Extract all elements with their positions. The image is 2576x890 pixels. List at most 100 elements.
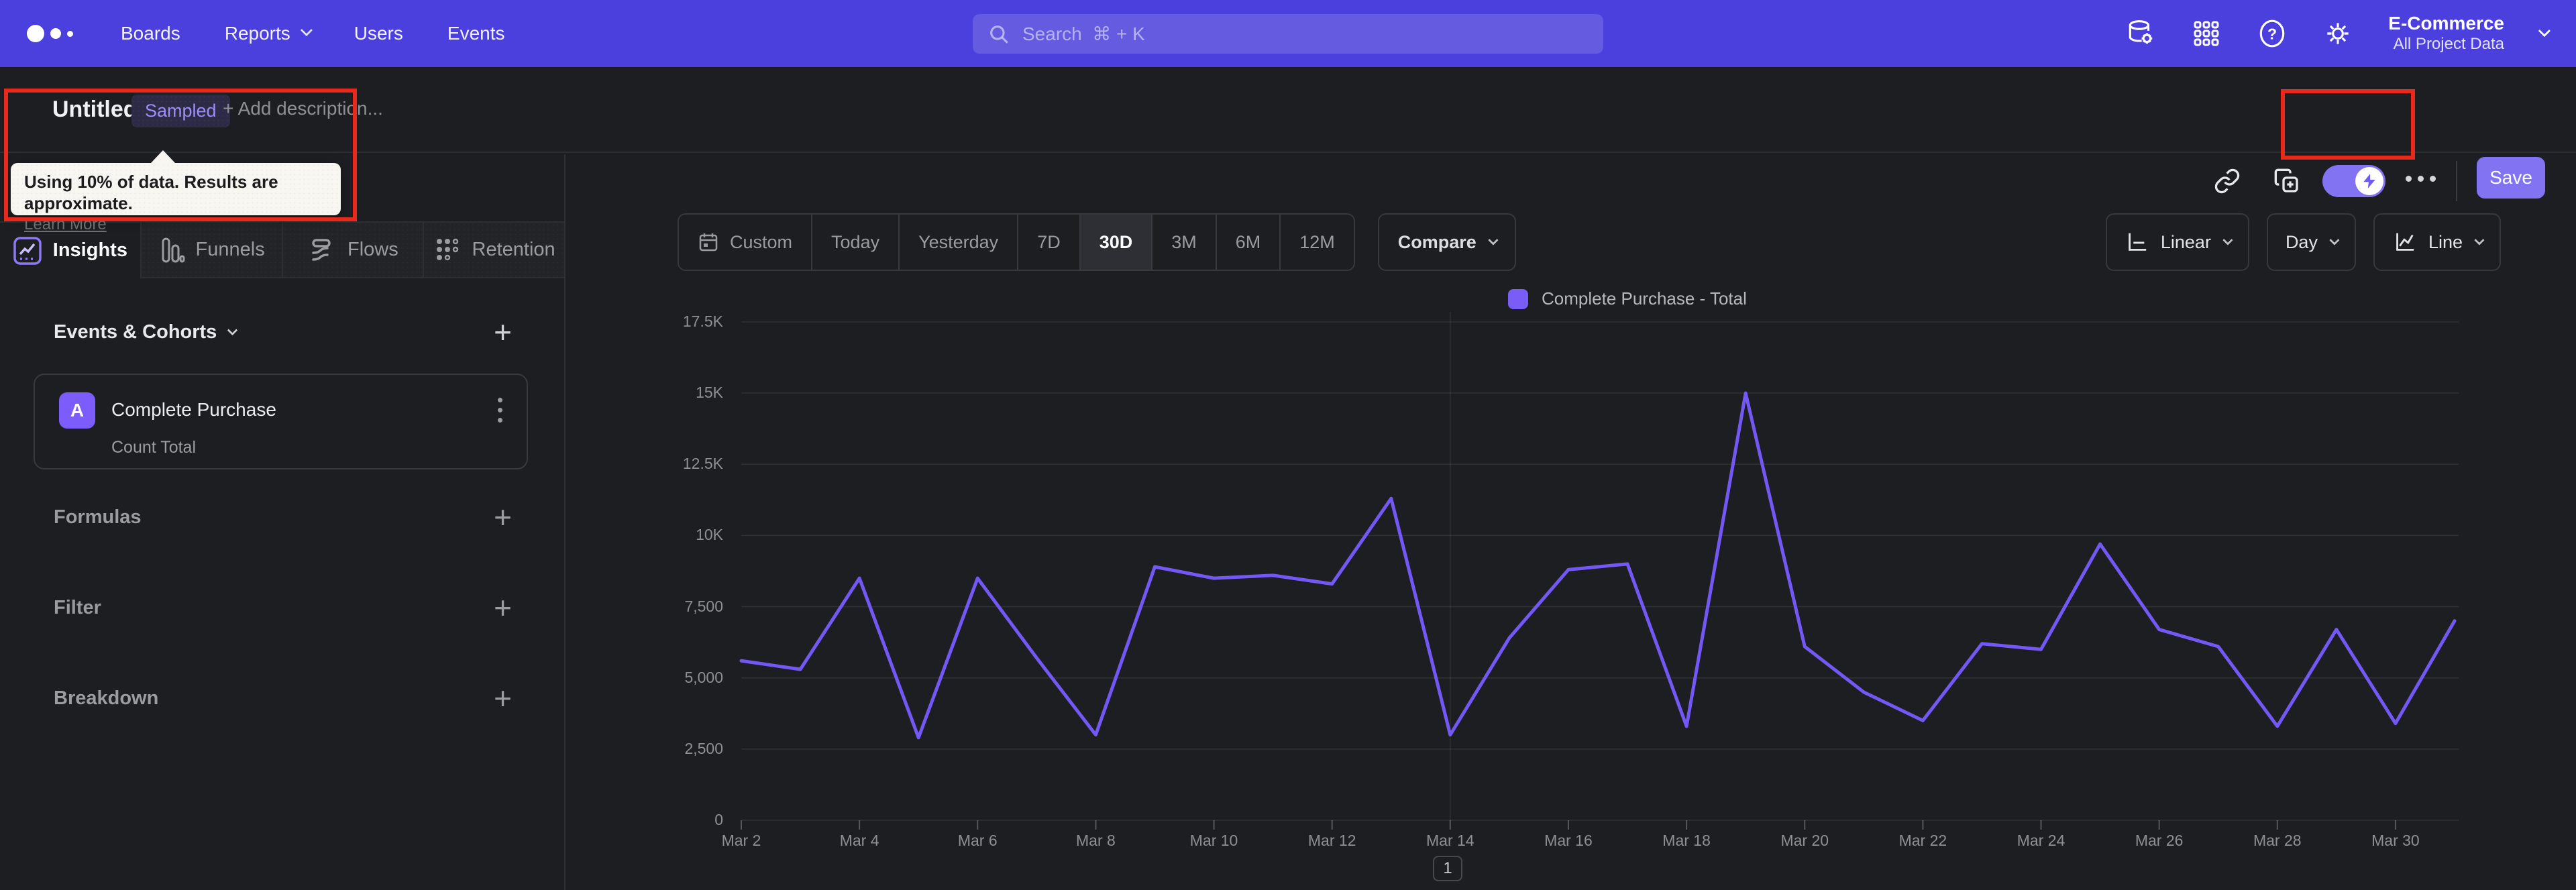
nav-item-users[interactable]: Users: [354, 23, 403, 44]
chevron-down-icon: [2538, 24, 2551, 37]
learn-more-link[interactable]: Learn More: [24, 215, 107, 234]
range-button-label: 30D: [1099, 231, 1133, 252]
tooltip-arrow: [150, 150, 176, 164]
chevron-down-icon: [2329, 234, 2340, 245]
data-management-icon[interactable]: [2125, 18, 2156, 49]
display-controls: Linear Day Line: [2105, 213, 2501, 271]
event-options-icon[interactable]: [498, 398, 502, 423]
x-axis-label: Mar 4: [839, 832, 879, 849]
chart-legend[interactable]: Complete Purchase - Total: [1508, 288, 1747, 309]
range-button-12m[interactable]: 12M: [1279, 215, 1354, 270]
range-button-6m[interactable]: 6M: [1215, 215, 1280, 270]
copy-add-icon[interactable]: [2271, 165, 2303, 197]
chevron-down-icon: [227, 325, 238, 335]
chevron-down-icon: [1487, 234, 1499, 245]
chevron-down-icon: [2474, 234, 2485, 245]
chevron-down-icon: [300, 23, 313, 36]
range-button-custom[interactable]: Custom: [679, 215, 812, 270]
search-icon: [990, 25, 1008, 44]
tab-retention[interactable]: Retention: [423, 223, 564, 278]
retention-tab-icon: [433, 236, 462, 264]
report-title[interactable]: Untitled: [52, 97, 138, 123]
save-button[interactable]: Save: [2477, 157, 2545, 199]
flows-tab-icon: [307, 235, 337, 265]
search-input[interactable]: [1022, 23, 1589, 45]
lightning-bolt-icon: [2363, 174, 2375, 188]
project-scope: All Project Data: [2393, 35, 2504, 53]
x-axis-label: Mar 28: [2253, 832, 2302, 849]
settings-gear-icon[interactable]: [2322, 18, 2353, 49]
sampling-tooltip: Using 10% of data. Results are approxima…: [11, 150, 341, 233]
add-description-field[interactable]: + Add description...: [223, 98, 383, 119]
events-cohorts-header-row: Events & Cohorts +: [0, 315, 564, 349]
range-button-label: Yesterday: [918, 231, 999, 252]
x-axis-label: Mar 20: [1780, 832, 1829, 849]
chart-type-dropdown[interactable]: Line: [2373, 213, 2501, 271]
sampled-badge[interactable]: Sampled: [131, 95, 230, 127]
y-axis-label: 12.5K: [682, 455, 723, 473]
range-button-30d[interactable]: 30D: [1079, 215, 1152, 270]
y-axis-label: 7,500: [684, 597, 723, 615]
x-axis-label: Mar 22: [1898, 832, 1947, 849]
link-icon[interactable]: [2211, 165, 2243, 197]
nav-menu: Boards Reports Users Events: [121, 23, 505, 44]
event-name[interactable]: Complete Purchase: [111, 399, 276, 421]
help-icon[interactable]: ?: [2257, 18, 2288, 49]
y-axis-label: 5,000: [684, 668, 723, 686]
nav-item-boards[interactable]: Boards: [121, 23, 180, 44]
sampling-toggle[interactable]: [2322, 165, 2385, 197]
scale-dropdown[interactable]: Linear: [2105, 213, 2249, 271]
section-label: Breakdown: [54, 687, 159, 709]
range-button-label: 7D: [1037, 231, 1061, 252]
x-axis-label: Mar 12: [1307, 832, 1356, 849]
x-axis-label: Mar 2: [721, 832, 761, 849]
compare-button[interactable]: Compare: [1377, 213, 1516, 271]
x-axis-label: Mar 10: [1189, 832, 1238, 849]
event-card[interactable]: A Complete Purchase Count Total: [34, 374, 528, 469]
range-button-label: Today: [831, 231, 880, 252]
range-button-yesterday[interactable]: Yesterday: [898, 215, 1018, 270]
series-line[interactable]: [739, 391, 2457, 740]
query-builder-sidebar: Insights Funnels Flows Retention Events & C…: [0, 154, 566, 890]
toolbar-divider: [2456, 161, 2457, 201]
apps-grid-icon[interactable]: [2191, 18, 2222, 49]
event-series-badge: A: [59, 392, 95, 429]
tab-label: Retention: [472, 239, 555, 260]
chart-page-indicator[interactable]: 1: [1433, 856, 1462, 881]
range-button-label: 3M: [1171, 231, 1197, 252]
x-axis-label: Mar 14: [1426, 832, 1474, 849]
x-axis-label: Mar 8: [1076, 832, 1116, 849]
add-breakdown-button[interactable]: +: [494, 683, 512, 714]
y-axis-label: 10K: [696, 526, 723, 544]
x-axis-label: Mar 6: [957, 832, 998, 849]
range-button-today[interactable]: Today: [811, 215, 899, 270]
tab-label: Funnels: [195, 239, 265, 260]
interval-dropdown[interactable]: Day: [2266, 213, 2356, 271]
calendar-icon: [698, 231, 719, 253]
add-event-button[interactable]: +: [494, 317, 512, 347]
event-metric[interactable]: Count Total: [111, 438, 196, 457]
more-options-icon[interactable]: [2406, 176, 2436, 182]
nav-item-reports[interactable]: Reports: [225, 23, 313, 44]
add-filter-button[interactable]: +: [494, 592, 512, 623]
mixpanel-logo-icon[interactable]: [27, 25, 87, 42]
nav-item-events[interactable]: Events: [447, 23, 505, 44]
search-input-wrapper[interactable]: [973, 14, 1603, 54]
x-axis-label: Mar 30: [2371, 832, 2420, 849]
insights-tab-icon: [13, 236, 42, 266]
x-axis-label: Mar 26: [2135, 832, 2184, 849]
svg-text:?: ?: [2267, 25, 2277, 42]
tooltip-text: Using 10% of data. Results are approxima…: [24, 172, 278, 213]
range-button-label: 6M: [1235, 231, 1261, 252]
insights-report-page: Boards Reports Users Events ? E-Commerce Al…: [0, 0, 2576, 890]
sidebar-section-formulas: Formulas +: [0, 498, 564, 536]
project-selector[interactable]: E-Commerce All Project Data: [2388, 13, 2504, 54]
nav-item-label: Events: [447, 23, 505, 44]
range-button-3m[interactable]: 3M: [1151, 215, 1216, 270]
add-formulas-button[interactable]: +: [494, 502, 512, 533]
events-cohorts-header[interactable]: Events & Cohorts: [54, 321, 217, 343]
x-axis-label: Mar 18: [1662, 832, 1711, 849]
nav-item-label: Boards: [121, 23, 180, 44]
date-range-segmented-control: Custom Today Yesterday 7D 30D 3M 6M 12M: [678, 213, 1355, 271]
range-button-7d[interactable]: 7D: [1017, 215, 1079, 270]
